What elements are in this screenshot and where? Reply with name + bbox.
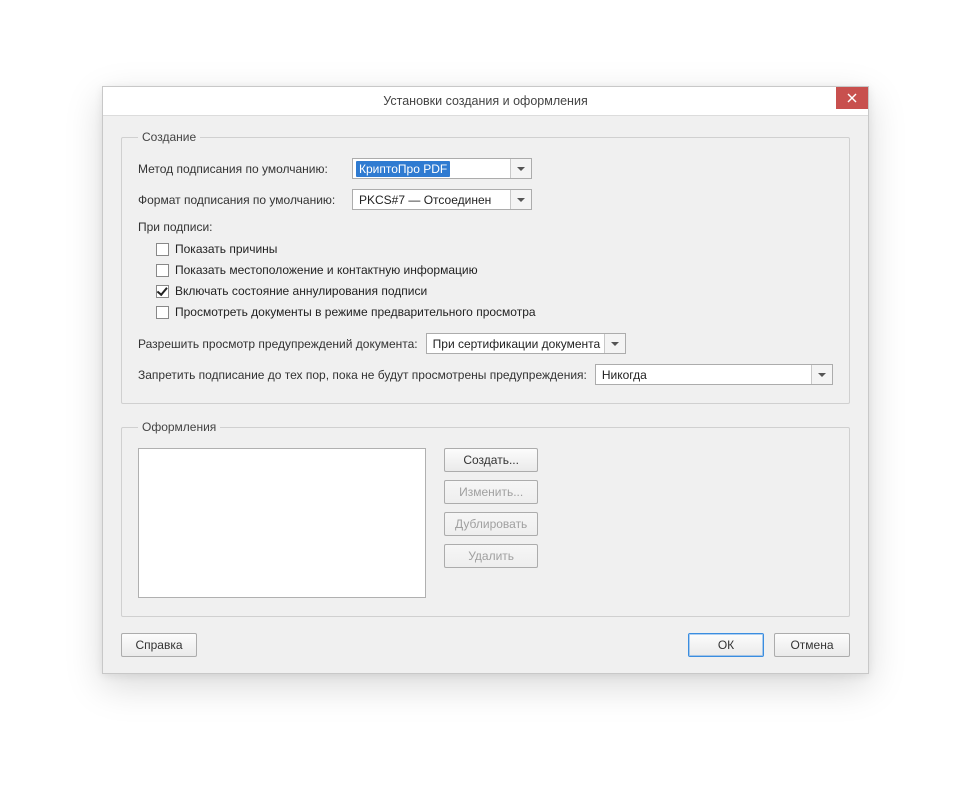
default-format-label: Формат подписания по умолчанию: xyxy=(138,193,344,207)
creation-legend: Создание xyxy=(138,130,200,144)
appearance-group: Оформления Создать... Изменить... Дублир… xyxy=(121,420,850,617)
preview-docs-label: Просмотреть документы в режиме предварит… xyxy=(175,305,536,319)
preview-docs-checkbox[interactable] xyxy=(156,306,169,319)
appearance-duplicate-button[interactable]: Дублировать xyxy=(444,512,538,536)
appearance-list[interactable] xyxy=(138,448,426,598)
close-icon xyxy=(847,93,857,103)
prevent-sign-label: Запретить подписание до тех пор, пока не… xyxy=(138,368,587,382)
cancel-button[interactable]: Отмена xyxy=(774,633,850,657)
creation-group: Создание Метод подписания по умолчанию: … xyxy=(121,130,850,404)
help-button[interactable]: Справка xyxy=(121,633,197,657)
default-format-select[interactable]: PKCS#7 — Отсоединен xyxy=(352,189,532,210)
allow-warnings-label: Разрешить просмотр предупреждений докуме… xyxy=(138,337,418,351)
default-method-value: КриптоПро PDF xyxy=(356,161,450,177)
appearance-delete-button[interactable]: Удалить xyxy=(444,544,538,568)
chevron-down-icon xyxy=(811,365,832,384)
prevent-sign-select[interactable]: Никогда xyxy=(595,364,833,385)
dialog-window: Установки создания и оформления Создание… xyxy=(102,86,869,674)
window-title: Установки создания и оформления xyxy=(383,94,587,108)
when-signing-label: При подписи: xyxy=(138,220,833,234)
chevron-down-icon xyxy=(510,159,531,178)
default-method-label: Метод подписания по умолчанию: xyxy=(138,162,344,176)
titlebar: Установки создания и оформления xyxy=(103,87,868,116)
show-location-checkbox[interactable] xyxy=(156,264,169,277)
default-method-select[interactable]: КриптоПро PDF xyxy=(352,158,532,179)
include-revocation-checkbox[interactable] xyxy=(156,285,169,298)
show-location-label: Показать местоположение и контактную инф… xyxy=(175,263,478,277)
appearance-legend: Оформления xyxy=(138,420,220,434)
appearance-edit-button[interactable]: Изменить... xyxy=(444,480,538,504)
close-button[interactable] xyxy=(836,87,868,109)
ok-button[interactable]: ОК xyxy=(688,633,764,657)
show-reasons-checkbox[interactable] xyxy=(156,243,169,256)
prevent-sign-value: Никогда xyxy=(602,368,647,382)
show-reasons-label: Показать причины xyxy=(175,242,277,256)
appearance-create-button[interactable]: Создать... xyxy=(444,448,538,472)
include-revocation-label: Включать состояние аннулирования подписи xyxy=(175,284,427,298)
default-format-value: PKCS#7 — Отсоединен xyxy=(359,193,491,207)
allow-warnings-select[interactable]: При сертификации документа xyxy=(426,333,626,354)
chevron-down-icon xyxy=(510,190,531,209)
chevron-down-icon xyxy=(604,334,625,353)
allow-warnings-value: При сертификации документа xyxy=(433,337,601,351)
